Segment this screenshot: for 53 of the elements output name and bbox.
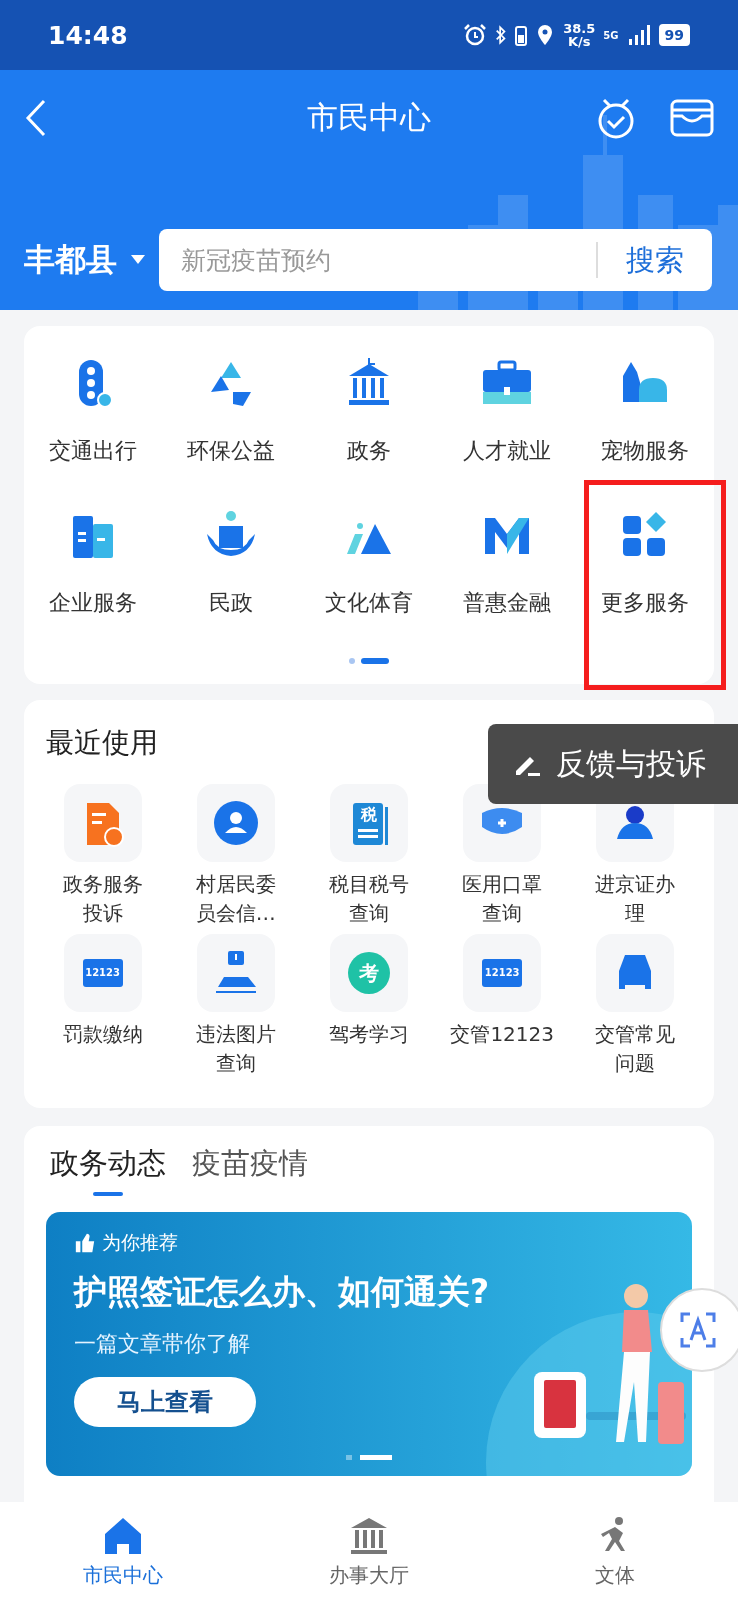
icon-label: 12123 xyxy=(484,968,520,978)
search-button[interactable]: 搜索 xyxy=(596,242,712,278)
battery-small-icon xyxy=(515,23,528,47)
service-item[interactable]: 企业服务 xyxy=(49,588,137,618)
location-selector[interactable]: 丰都县 xyxy=(24,239,117,281)
text-scan-icon xyxy=(678,1310,718,1350)
nav-tab[interactable]: 办事大厅 xyxy=(329,1561,409,1589)
recent-item[interactable]: 医用口罩 查询 xyxy=(462,870,543,928)
service-item[interactable]: 民政 xyxy=(209,588,253,618)
service-item[interactable]: 交通出行 xyxy=(49,436,137,466)
network-speed: 38.5 K/s xyxy=(563,22,596,48)
service-item[interactable]: 人才就业 xyxy=(463,436,551,466)
recent-item[interactable]: 交管常见 问题 xyxy=(595,1020,676,1078)
person-icon xyxy=(211,799,260,847)
service-item[interactable]: 政务 xyxy=(347,436,391,466)
bluetooth-icon xyxy=(495,23,508,47)
recent-item[interactable]: 村居民委 员会信… xyxy=(195,870,276,928)
icon-label: 12123 xyxy=(85,968,120,978)
recent-item[interactable]: 交管12123 xyxy=(450,1020,554,1049)
back-icon[interactable] xyxy=(24,97,48,138)
service-item[interactable]: 环保公益 xyxy=(187,436,275,466)
network-type: 5G xyxy=(603,29,619,41)
alarm-icon xyxy=(463,23,488,47)
recent-item[interactable]: 进京证办 理 xyxy=(595,870,676,928)
battery-level: 99 xyxy=(658,24,690,46)
exam-icon xyxy=(345,949,393,997)
tab[interactable]: 疫苗疫情 xyxy=(192,1144,308,1198)
view-button[interactable]: 马上查看 xyxy=(74,1377,256,1427)
nav-tab[interactable]: 市民中心 xyxy=(83,1561,163,1589)
icon-label: 考 xyxy=(359,963,379,983)
tab[interactable]: 政务动态 xyxy=(50,1144,166,1198)
recent-item[interactable]: 罚款缴纳 xyxy=(62,1020,143,1049)
status-time: 14:48 xyxy=(48,20,129,50)
icon-label: 税 xyxy=(361,807,377,823)
recent-item[interactable]: 违法图片 查询 xyxy=(195,1020,276,1078)
thumbs-up-icon xyxy=(74,1232,96,1254)
wallet-icon[interactable] xyxy=(670,97,714,138)
service-item[interactable]: 宠物服务 xyxy=(601,436,689,466)
service-item[interactable]: 普惠金融 xyxy=(463,588,551,618)
section-title: 最近使用 xyxy=(46,725,159,761)
page-title: 市民中心 xyxy=(307,97,431,137)
banner-title: 护照签证怎么办、如何通关? xyxy=(74,1271,490,1313)
feedback-button[interactable]: 反馈与投诉 xyxy=(488,724,738,804)
dropdown-caret-icon[interactable] xyxy=(131,255,145,265)
recent-item[interactable]: 政务服务 投诉 xyxy=(62,870,143,928)
recent-item[interactable]: 驾考学习 xyxy=(329,1020,409,1049)
nav-tab[interactable]: 文体 xyxy=(595,1561,635,1589)
banner-subtitle: 一篇文章带你了解 xyxy=(74,1330,250,1358)
recent-item[interactable]: 税目税号 查询 xyxy=(329,870,409,928)
tag-label: 为你推荐 xyxy=(102,1230,178,1255)
signal-icon xyxy=(626,23,651,47)
service-item[interactable]: 文化体育 xyxy=(325,588,413,618)
service-item[interactable]: 更多服务 xyxy=(601,588,689,618)
